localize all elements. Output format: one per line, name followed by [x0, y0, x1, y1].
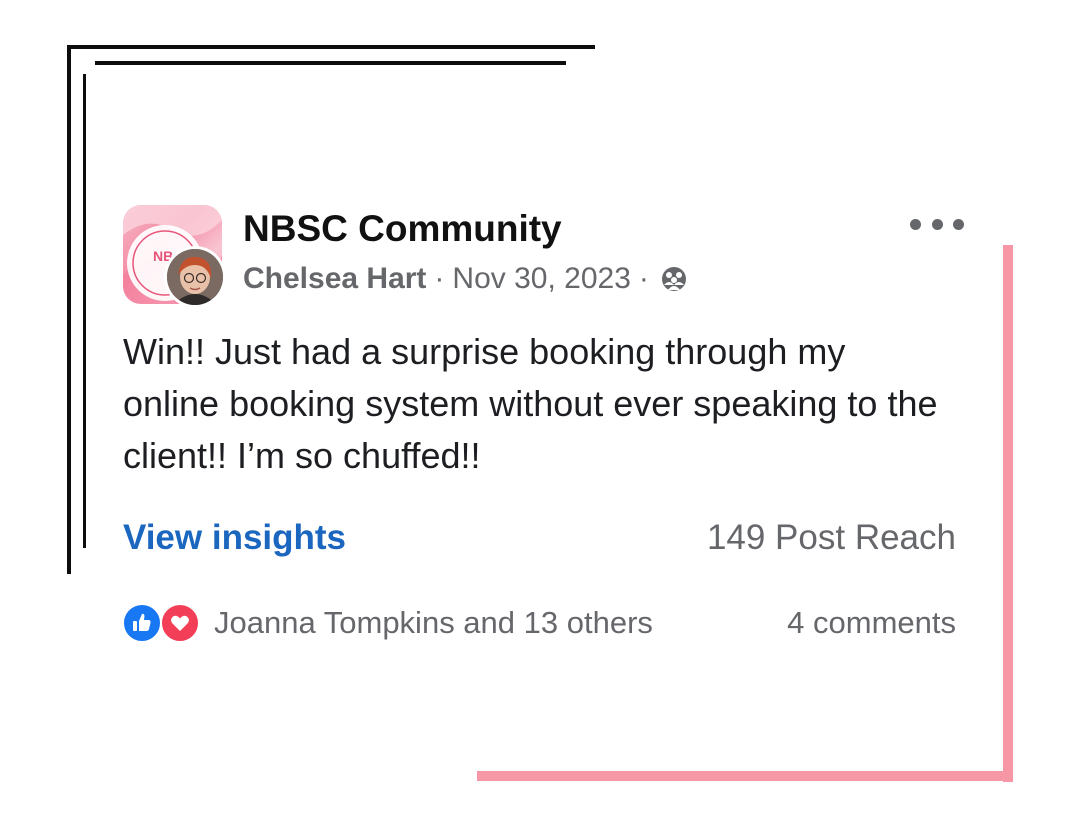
frame-line-left-outer	[67, 45, 71, 574]
group-name[interactable]: NBSC Community	[243, 208, 562, 250]
post-reach: 149 Post Reach	[706, 518, 956, 557]
more-dot-icon	[910, 218, 921, 230]
frame-line-right-pink	[1003, 245, 1013, 782]
love-icon	[160, 603, 200, 643]
post-avatar-group[interactable]: NB	[123, 205, 226, 308]
frame-line-bottom-pink	[477, 771, 1013, 781]
like-icon	[122, 603, 162, 643]
frame-line-left-inner	[83, 74, 86, 548]
members-icon	[659, 264, 689, 294]
author-name[interactable]: Chelsea Hart	[243, 262, 426, 296]
more-dot-icon	[953, 218, 964, 230]
meta-separator: ·	[638, 262, 649, 295]
frame-line-top-inner	[95, 61, 566, 65]
more-options-button[interactable]	[910, 210, 964, 238]
post-text: Win!! Just had a surprise booking throug…	[123, 331, 938, 476]
more-dot-icon	[931, 218, 943, 230]
post-date[interactable]: Nov 30, 2023	[452, 262, 630, 296]
reaction-icons	[122, 603, 204, 643]
post-meta: Chelsea Hart · Nov 30, 2023 ·	[243, 262, 689, 296]
comments-count[interactable]: 4 comments	[787, 605, 956, 641]
meta-separator: ·	[434, 262, 445, 295]
view-insights-link[interactable]: View insights	[123, 518, 346, 558]
reactions-summary[interactable]: Joanna Tompkins and 13 others	[122, 603, 653, 643]
reactors-text[interactable]: Joanna Tompkins and 13 others	[214, 605, 653, 641]
frame-line-top-outer	[67, 45, 595, 49]
user-avatar[interactable]	[164, 246, 226, 308]
